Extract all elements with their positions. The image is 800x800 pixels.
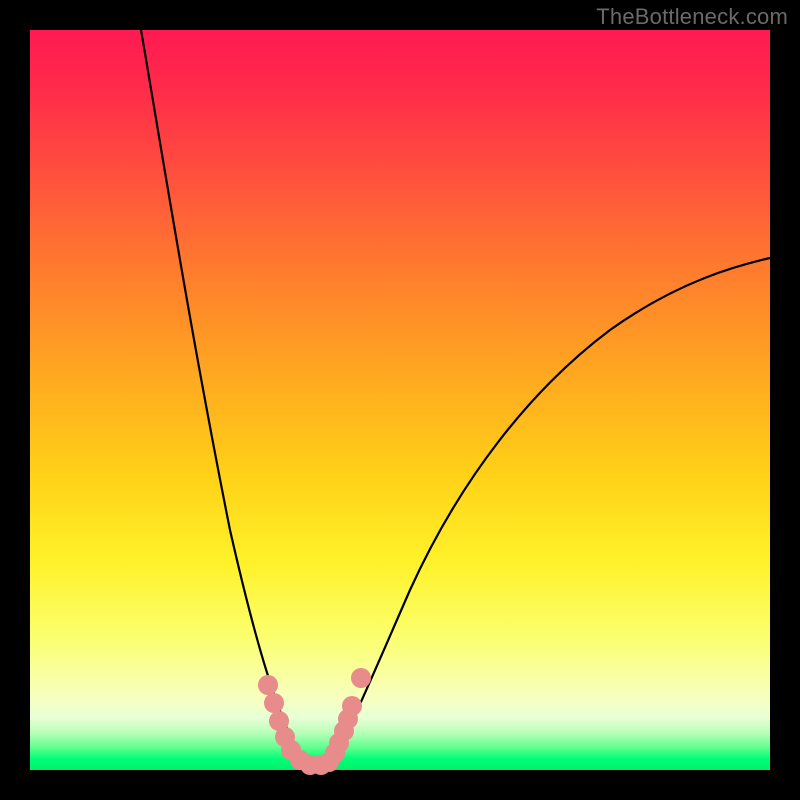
- right-branch-curve: [330, 258, 770, 765]
- left-branch-curve: [141, 30, 305, 765]
- plot-area: [30, 30, 770, 770]
- valley-markers: [258, 668, 371, 775]
- curve-layer: [30, 30, 770, 770]
- chart-frame: TheBottleneck.com: [0, 0, 800, 800]
- watermark-text: TheBottleneck.com: [596, 4, 788, 30]
